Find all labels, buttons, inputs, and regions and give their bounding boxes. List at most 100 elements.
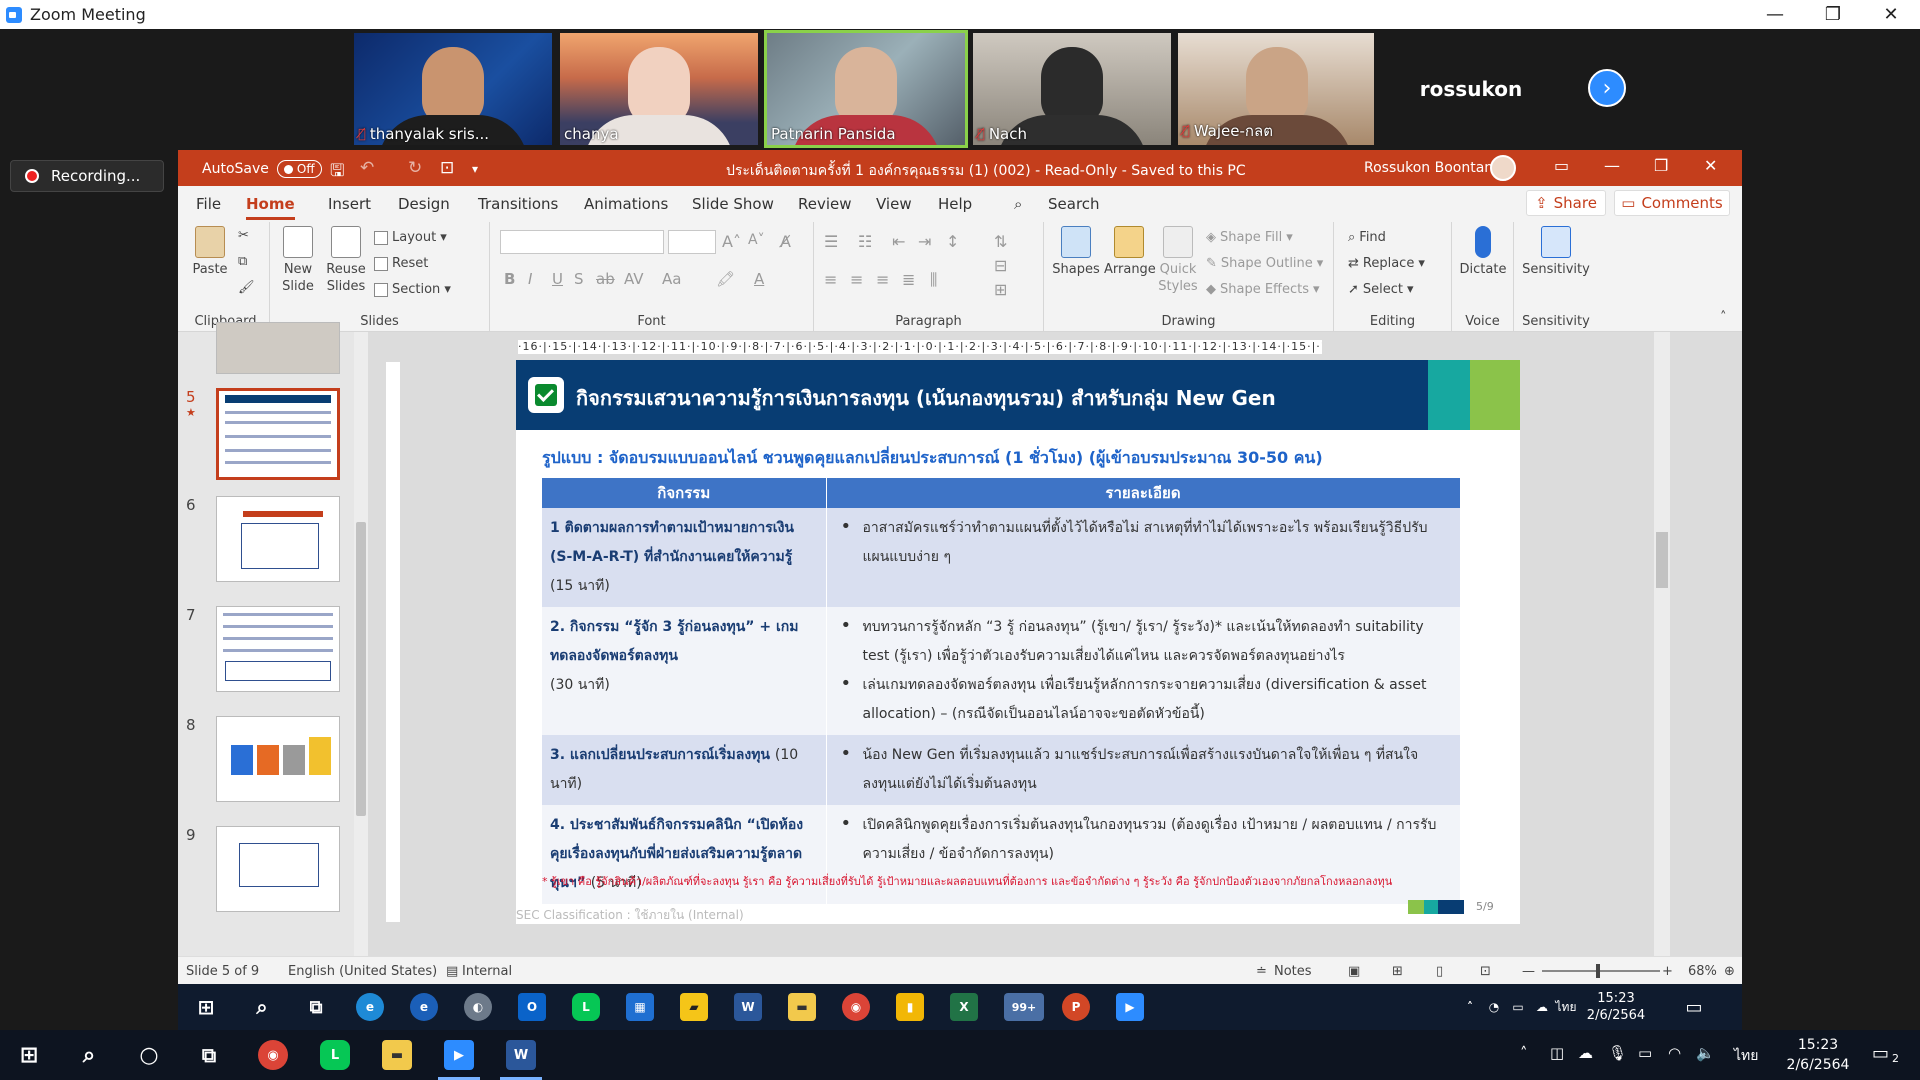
shape-outline-button[interactable]: ✎ Shape Outline ▾ xyxy=(1206,256,1323,271)
canvas-scrollbar[interactable] xyxy=(1654,332,1670,956)
smartart-icon[interactable]: ⊞ xyxy=(994,280,1007,299)
slide-thumbnail-9[interactable] xyxy=(216,826,340,912)
participant-tile[interactable]: 🎙̸ thanyalak sris... xyxy=(354,33,552,145)
zoom-level[interactable]: 68% xyxy=(1688,964,1717,979)
reset-button[interactable]: Reset xyxy=(374,256,428,271)
underline-icon[interactable]: U xyxy=(552,270,563,288)
save-icon[interactable]: 🖫 xyxy=(330,158,344,187)
restore-icon[interactable]: ❐ xyxy=(1804,0,1862,29)
store-icon[interactable]: ▦ xyxy=(626,993,654,1021)
line-icon[interactable]: L xyxy=(572,993,600,1021)
character-spacing-icon[interactable]: AV xyxy=(624,270,644,288)
arrange-button[interactable]: Arrange xyxy=(1104,226,1156,278)
bullets-icon[interactable]: ☰ xyxy=(824,232,838,251)
app-icon[interactable]: ◐ xyxy=(464,993,492,1021)
outlook-icon[interactable]: O xyxy=(518,993,546,1021)
file-explorer-icon[interactable]: ▬ xyxy=(788,993,816,1021)
show-hidden-icon[interactable]: ˄ xyxy=(1520,1044,1528,1062)
align-right-icon[interactable]: ≡ xyxy=(876,270,889,289)
zoom-in-icon[interactable]: + xyxy=(1662,964,1673,979)
slide-sorter-icon[interactable]: ⊞ xyxy=(1392,964,1403,979)
section-button[interactable]: Section ▾ xyxy=(374,282,451,297)
slide-thumbnail-7[interactable] xyxy=(216,606,340,692)
shapes-button[interactable]: Shapes xyxy=(1052,226,1100,278)
find-button[interactable]: ⌕ Find xyxy=(1348,230,1386,245)
minimize-icon[interactable]: — xyxy=(1746,0,1804,29)
task-view-icon[interactable]: ⧉ xyxy=(194,1040,224,1070)
align-left-icon[interactable]: ≡ xyxy=(824,270,837,289)
participant-tile-active-speaker[interactable]: Patnarin Pansida xyxy=(764,30,968,148)
fit-slide-icon[interactable]: ⊕ xyxy=(1724,964,1735,979)
search-box[interactable]: Search xyxy=(1048,195,1100,213)
copy-icon[interactable]: ⧉ xyxy=(238,254,247,269)
participant-tile[interactable]: 🎙̸ Nach xyxy=(973,33,1171,145)
quick-styles-button[interactable]: Quick Styles xyxy=(1156,226,1200,295)
slide-thumbnail-4[interactable] xyxy=(216,322,340,374)
app-tray-icon[interactable]: ◫ xyxy=(1550,1044,1564,1062)
chrome-icon[interactable]: ◉ xyxy=(842,993,870,1021)
slide-thumbnail-5[interactable] xyxy=(216,388,340,480)
edge-icon[interactable]: e xyxy=(356,993,384,1021)
participant-tile-no-video[interactable]: rossukon xyxy=(1374,33,1568,145)
excel-icon[interactable]: X xyxy=(950,993,978,1021)
autosave-toggle[interactable]: Off xyxy=(276,160,322,178)
volume-icon[interactable]: 🔈 xyxy=(1696,1044,1715,1062)
battery-icon[interactable]: ▭ xyxy=(1638,1044,1652,1062)
zoom-icon[interactable]: ▶ xyxy=(438,1040,480,1080)
shadow-icon[interactable]: S xyxy=(574,270,584,288)
customize-qat-icon[interactable]: ▾ xyxy=(472,162,478,176)
clock[interactable]: 15:23 2/6/2564 xyxy=(1770,1035,1866,1075)
search-icon[interactable]: ⌕ xyxy=(248,993,276,1021)
tab-insert[interactable]: Insert xyxy=(328,195,371,213)
dictate-button[interactable]: Dictate xyxy=(1458,226,1508,278)
tab-transitions[interactable]: Transitions xyxy=(478,195,558,213)
close-icon[interactable]: ✕ xyxy=(1862,0,1920,29)
slide-thumbnail-6[interactable] xyxy=(216,496,340,582)
activity-table[interactable]: กิจกรรม รายละเอียด 1 ติดตามผลการทำตามเป้… xyxy=(542,478,1461,904)
strikethrough-icon[interactable]: ab xyxy=(596,270,615,288)
word-icon[interactable]: W xyxy=(734,993,762,1021)
slideshow-icon[interactable]: ⊡ xyxy=(1480,964,1491,979)
text-direction-icon[interactable]: ⇅ xyxy=(994,232,1007,251)
new-slide-button[interactable]: New Slide xyxy=(276,226,320,295)
justify-icon[interactable]: ≣ xyxy=(902,270,915,289)
windows-start-icon[interactable]: ⊞ xyxy=(14,1040,44,1070)
windows-start-icon[interactable]: ⊞ xyxy=(192,993,220,1021)
cortana-icon[interactable]: ○ xyxy=(134,1040,164,1070)
participant-tile[interactable]: 🎙̸ Wajee-กลต xyxy=(1178,33,1376,145)
user-name[interactable]: Rossukon Boontan xyxy=(1364,160,1493,176)
ribbon-display-icon[interactable]: ▭ xyxy=(1554,156,1569,175)
line-icon[interactable]: L xyxy=(320,1040,350,1070)
chrome-icon[interactable]: ◉ xyxy=(258,1040,288,1070)
word-icon[interactable]: W xyxy=(500,1040,542,1080)
search-icon[interactable]: ⌕ xyxy=(74,1040,104,1070)
change-case-icon[interactable]: Aa xyxy=(662,270,681,288)
notifications-icon[interactable]: ▭ xyxy=(1680,993,1708,1021)
wifi-icon[interactable]: ◠ xyxy=(1668,1044,1681,1062)
paste-button[interactable]: Paste xyxy=(188,226,232,278)
shape-fill-button[interactable]: ◈ Shape Fill ▾ xyxy=(1206,230,1293,245)
search-icon[interactable]: ⌕ xyxy=(1014,195,1022,213)
ie-icon[interactable]: e xyxy=(410,993,438,1021)
minimize-icon[interactable]: — xyxy=(1604,156,1620,175)
slide-format-subtitle[interactable]: รูปแบบ : จัดอบรมแบบออนไลน์ ชวนพูดคุยแลกเ… xyxy=(542,446,1323,471)
grow-font-icon[interactable]: A˄ xyxy=(722,232,741,251)
language-indicator[interactable]: English (United States) xyxy=(288,964,437,979)
increase-indent-icon[interactable]: ⇥ xyxy=(918,232,931,251)
slide[interactable]: กิจกรรมเสวนาความรู้การเงินการลงทุน (เน้น… xyxy=(516,360,1520,924)
sticky-notes-icon[interactable]: ▰ xyxy=(680,993,708,1021)
zoom-slider[interactable] xyxy=(1542,964,1660,978)
redo-icon[interactable]: ↻ xyxy=(408,158,422,178)
input-language[interactable]: ไทย xyxy=(1552,993,1580,1021)
align-text-icon[interactable]: ⊟ xyxy=(994,256,1007,275)
undo-icon[interactable]: ↶ xyxy=(360,158,374,178)
notes-button[interactable]: Notes xyxy=(1274,964,1312,979)
cut-icon[interactable]: ✂ xyxy=(238,228,249,243)
align-center-icon[interactable]: ≡ xyxy=(850,270,863,289)
format-painter-icon[interactable]: 🖌 xyxy=(238,280,255,295)
decrease-indent-icon[interactable]: ⇤ xyxy=(892,232,905,251)
sensitivity-button[interactable]: Sensitivity xyxy=(1518,226,1594,278)
tab-help[interactable]: Help xyxy=(938,195,972,213)
bold-icon[interactable]: B xyxy=(504,270,515,288)
tab-file[interactable]: File xyxy=(196,195,221,213)
